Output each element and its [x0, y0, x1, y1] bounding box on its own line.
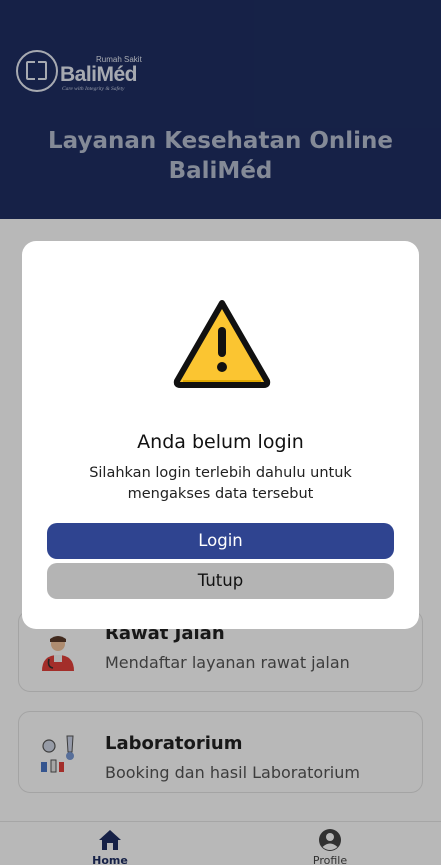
login-button[interactable]: Login — [47, 523, 394, 559]
dialog-message: Silahkan login terlebih dahulu untuk men… — [89, 465, 352, 502]
dialog-title: Anda belum login — [137, 431, 304, 453]
close-button[interactable]: Tutup — [47, 563, 394, 599]
login-required-dialog: Anda belum login Silahkan login terlebih… — [22, 241, 419, 629]
warning-icon — [173, 300, 271, 388]
